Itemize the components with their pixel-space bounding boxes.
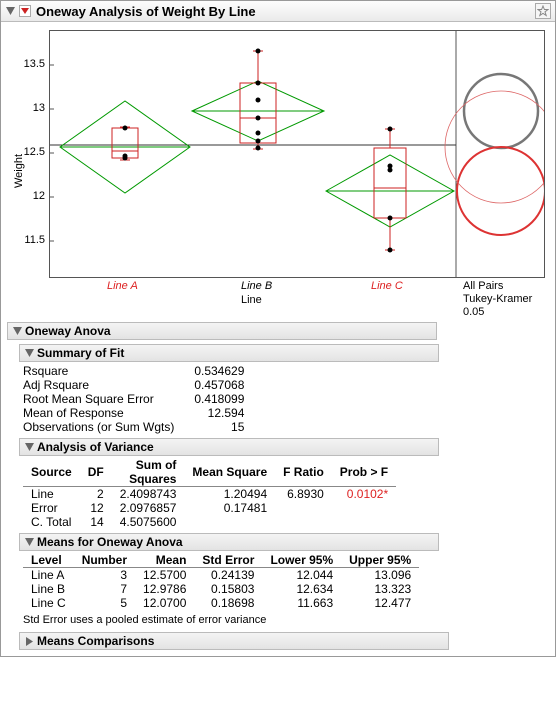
comparison-label: All Pairs: [463, 280, 503, 292]
report-title: Oneway Analysis of Weight By Line: [36, 4, 256, 19]
y-tick: 13: [19, 102, 45, 114]
col-header: Lower 95%: [262, 553, 341, 568]
anova-table: Source DF Sum of Squares Mean Square F R…: [23, 458, 396, 529]
disclosure-icon[interactable]: [24, 442, 34, 452]
col-header: Mean Square: [184, 458, 275, 487]
section-title: Oneway Anova: [25, 324, 111, 338]
aov-body: Source DF Sum of Squares Mean Square F R…: [23, 458, 549, 529]
y-axis-label: Weight: [13, 154, 25, 188]
table-row: Line B 7 12.9786 0.15803 12.634 13.323: [23, 582, 419, 596]
col-header: DF: [80, 458, 112, 487]
fit-label: Observations (or Sum Wgts): [23, 420, 184, 434]
section-aov[interactable]: Analysis of Variance: [19, 438, 439, 456]
col-header: Upper 95%: [341, 553, 419, 568]
table-row: Line C 5 12.0700 0.18698 11.663 12.477: [23, 596, 419, 610]
y-tick: 13.5: [19, 58, 45, 70]
x-category-label: Line C: [371, 280, 403, 292]
table-row: C. Total 14 4.5075600: [23, 515, 396, 529]
fit-label: Mean of Response: [23, 406, 184, 420]
fit-value: 0.418099: [184, 392, 254, 406]
section-means-comparisons[interactable]: Means Comparisons: [19, 632, 449, 650]
col-header: Std Error: [194, 553, 262, 568]
favorite-icon[interactable]: [535, 3, 551, 19]
x-category-label: Line B: [241, 280, 272, 292]
red-triangle-menu[interactable]: [18, 4, 32, 18]
means-body: Level Number Mean Std Error Lower 95% Up…: [23, 553, 549, 610]
disclosure-icon[interactable]: [24, 537, 34, 547]
summary-fit-body: Rsquare0.534629 Adj Rsquare0.457068 Root…: [23, 364, 549, 434]
fit-value: 15: [184, 420, 254, 434]
col-header: Prob > F: [332, 458, 396, 487]
section-means[interactable]: Means for Oneway Anova: [19, 533, 439, 551]
y-tick: 11.5: [19, 234, 45, 246]
table-row: Line 2 2.4098743 1.20494 6.8930 0.0102*: [23, 487, 396, 502]
report-title-bar: Oneway Analysis of Weight By Line: [1, 1, 555, 22]
disclosure-icon[interactable]: [12, 326, 22, 336]
y-tick: 12: [19, 190, 45, 202]
col-header: Mean: [135, 553, 194, 568]
disclosure-icon[interactable]: [24, 348, 34, 358]
means-table: Level Number Mean Std Error Lower 95% Up…: [23, 553, 419, 610]
col-header: F Ratio: [275, 458, 332, 487]
section-title: Summary of Fit: [37, 346, 124, 360]
summary-fit-table: Rsquare0.534629 Adj Rsquare0.457068 Root…: [23, 364, 254, 434]
disclosure-icon[interactable]: [5, 6, 15, 16]
fit-value: 0.534629: [184, 364, 254, 378]
fit-label: Adj Rsquare: [23, 378, 184, 392]
section-summary-fit[interactable]: Summary of Fit: [19, 344, 439, 362]
plot-region: Weight 11.5 12 12.5 13 13.5: [1, 22, 555, 318]
y-tick: 12.5: [19, 146, 45, 158]
fit-value: 0.457068: [184, 378, 254, 392]
disclosure-icon-collapsed[interactable]: [24, 636, 34, 646]
comparison-label: 0.05: [463, 306, 484, 318]
fit-label: Rsquare: [23, 364, 184, 378]
fit-label: Root Mean Square Error: [23, 392, 184, 406]
col-header: Number: [74, 553, 135, 568]
col-header: Sum of Squares: [112, 458, 185, 487]
x-category-label: Line A: [107, 280, 138, 292]
table-row: Line A 3 12.5700 0.24139 12.044 13.096: [23, 568, 419, 583]
section-title: Means for Oneway Anova: [37, 535, 183, 549]
means-footnote: Std Error uses a pooled estimate of erro…: [23, 614, 555, 626]
fit-value: 12.594: [184, 406, 254, 420]
oneway-plot[interactable]: [49, 30, 545, 278]
x-axis-label: Line: [241, 294, 262, 306]
section-title: Means Comparisons: [37, 634, 154, 648]
section-title: Analysis of Variance: [37, 440, 154, 454]
table-row: Error 12 2.0976857 0.17481: [23, 501, 396, 515]
col-header: Source: [23, 458, 80, 487]
p-value: 0.0102*: [332, 487, 396, 502]
col-header: Level: [23, 553, 74, 568]
comparison-label: Tukey-Kramer: [463, 293, 532, 305]
section-oneway-anova[interactable]: Oneway Anova: [7, 322, 437, 340]
